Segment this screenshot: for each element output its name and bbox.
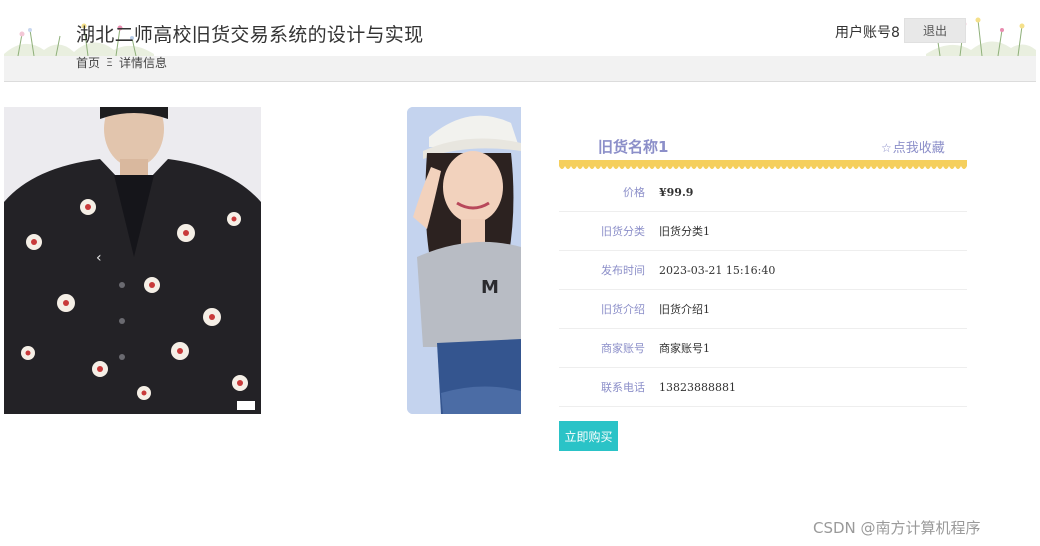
field-row-price: 价格 ¥99.9 (559, 173, 967, 212)
model-product-image: M (407, 107, 521, 414)
item-fields: 价格 ¥99.9 旧货分类 旧货分类1 发布时间 2023-03-21 15:1… (559, 173, 967, 407)
carousel-prev-arrow-icon[interactable]: ‹ (96, 250, 102, 266)
menu-icon: Ξ (106, 56, 113, 69)
logout-button[interactable]: 退出 (904, 18, 966, 43)
favorite-link[interactable]: ☆点我收藏 (881, 137, 945, 156)
field-row-description: 旧货介绍 旧货介绍1 (559, 290, 967, 329)
site-title: 湖北二师高校旧货交易系统的设计与实现 (76, 24, 424, 46)
breadcrumb: 首页 Ξ 详情信息 (76, 54, 167, 71)
breadcrumb-home-link[interactable]: 首页 (76, 54, 100, 71)
price-value: ¥99.9 (659, 185, 694, 199)
buy-now-button[interactable]: 立即购买 (559, 421, 618, 451)
price-label: 价格 (623, 186, 645, 199)
merchant-label: 商家账号 (601, 342, 645, 355)
carousel-slide-jacket: ‹ (4, 107, 261, 414)
merchant-value: 商家账号1 (659, 342, 710, 355)
item-name: 旧货名称1 (598, 138, 669, 156)
carousel-indicator[interactable] (237, 401, 255, 410)
category-value: 旧货分类1 (659, 225, 710, 238)
carousel-slide-model: M (407, 107, 521, 414)
phone-value: 13823888881 (659, 380, 736, 394)
scallop-divider (559, 160, 967, 172)
star-icon: ☆ (881, 141, 892, 155)
field-row-merchant: 商家账号 商家账号1 (559, 329, 967, 368)
description-value: 旧货介绍1 (659, 303, 710, 316)
user-account-name: 用户账号8 (835, 25, 900, 41)
header-top-bar: 湖北二师高校旧货交易系统的设计与实现 用户账号8 退出 (4, 0, 1036, 56)
jacket-product-image (4, 107, 261, 414)
field-row-category: 旧货分类 旧货分类1 (559, 212, 967, 251)
publish-time-label: 发布时间 (601, 264, 645, 277)
favorite-label: 点我收藏 (892, 141, 945, 156)
category-label: 旧货分类 (601, 225, 645, 238)
field-row-publish-time: 发布时间 2023-03-21 15:16:40 (559, 251, 967, 290)
watermark: CSDN @南方计算机程序 (813, 519, 981, 537)
svg-text:M: M (481, 277, 499, 298)
breadcrumb-current: 详情信息 (118, 56, 167, 70)
description-label: 旧货介绍 (601, 303, 645, 316)
phone-label: 联系电话 (601, 381, 645, 394)
publish-time-value: 2023-03-21 15:16:40 (659, 263, 776, 277)
field-row-phone: 联系电话 13823888881 (559, 368, 967, 407)
image-carousel[interactable]: ‹ M (4, 107, 521, 414)
